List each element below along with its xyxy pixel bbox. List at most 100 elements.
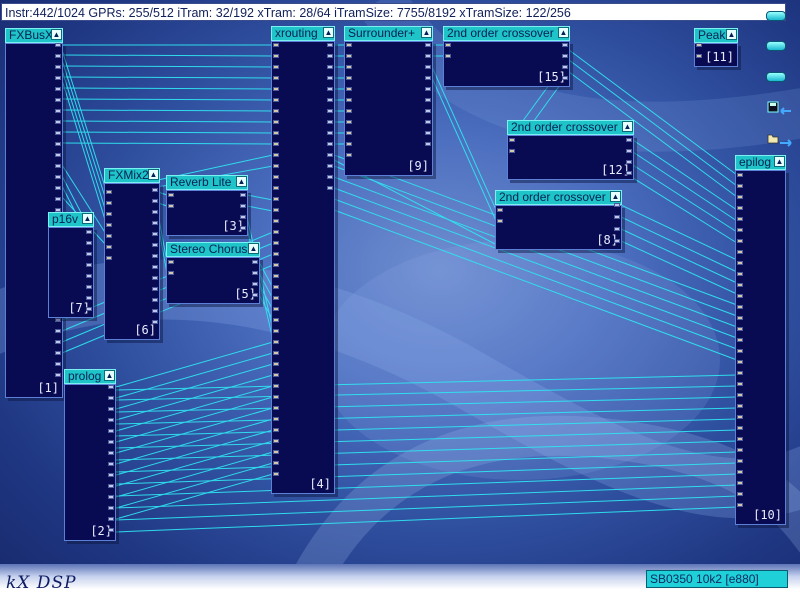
output-pin[interactable] (55, 318, 61, 322)
input-pin[interactable] (168, 260, 174, 264)
output-pin[interactable] (614, 203, 620, 207)
output-pin[interactable] (55, 164, 61, 168)
input-pin[interactable] (273, 318, 279, 322)
input-pin[interactable] (273, 54, 279, 58)
output-pin[interactable] (252, 260, 258, 264)
input-pin[interactable] (737, 228, 743, 232)
output-pin[interactable] (55, 186, 61, 190)
input-pin[interactable] (346, 65, 352, 69)
input-pin[interactable] (497, 208, 503, 212)
output-pin[interactable] (86, 285, 92, 289)
input-pin[interactable] (106, 212, 112, 216)
module-title[interactable]: Stereo Chorus (166, 242, 260, 257)
input-pin[interactable] (737, 470, 743, 474)
output-pin[interactable] (108, 517, 114, 521)
input-pin[interactable] (346, 153, 352, 157)
module-stereo-chorus[interactable]: Stereo Chorus ▲ [5] (166, 242, 260, 304)
input-pin[interactable] (273, 406, 279, 410)
input-pin[interactable] (346, 87, 352, 91)
collapse-icon[interactable]: ▲ (82, 213, 93, 224)
input-pin[interactable] (106, 245, 112, 249)
module-crossover-12[interactable]: 2nd order crossover ▲ [12] (507, 120, 634, 180)
output-pin[interactable] (152, 287, 158, 291)
output-pin[interactable] (425, 65, 431, 69)
output-pin[interactable] (562, 76, 568, 80)
input-pin[interactable] (737, 382, 743, 386)
output-pin[interactable] (327, 153, 333, 157)
output-pin[interactable] (152, 254, 158, 258)
output-pin[interactable] (425, 142, 431, 146)
output-pin[interactable] (152, 221, 158, 225)
input-pin[interactable] (737, 503, 743, 507)
input-pin[interactable] (737, 360, 743, 364)
input-pin[interactable] (273, 274, 279, 278)
output-pin[interactable] (55, 175, 61, 179)
input-pin[interactable] (273, 241, 279, 245)
output-pin[interactable] (252, 282, 258, 286)
output-pin[interactable] (327, 142, 333, 146)
input-pin[interactable] (346, 98, 352, 102)
collapse-icon[interactable]: ▲ (104, 370, 115, 381)
input-pin[interactable] (273, 197, 279, 201)
input-pin[interactable] (168, 204, 174, 208)
input-pin[interactable] (273, 329, 279, 333)
input-pin[interactable] (273, 208, 279, 212)
module-title[interactable]: Surrounder+ (344, 26, 433, 41)
input-pin[interactable] (273, 219, 279, 223)
input-pin[interactable] (737, 195, 743, 199)
output-pin[interactable] (562, 54, 568, 58)
input-pin[interactable] (273, 362, 279, 366)
output-pin[interactable] (327, 43, 333, 47)
output-pin[interactable] (86, 252, 92, 256)
output-pin[interactable] (55, 54, 61, 58)
input-pin[interactable] (273, 120, 279, 124)
module-epilog[interactable]: epilog ▲ [10] (735, 155, 786, 525)
output-pin[interactable] (425, 87, 431, 91)
module-surrounder[interactable]: Surrounder+ ▲ [9] (344, 26, 433, 176)
input-pin[interactable] (696, 54, 702, 58)
output-pin[interactable] (425, 76, 431, 80)
input-pin[interactable] (737, 393, 743, 397)
input-pin[interactable] (696, 43, 702, 47)
input-pin[interactable] (346, 54, 352, 58)
input-pin[interactable] (346, 142, 352, 146)
output-pin[interactable] (252, 271, 258, 275)
input-pin[interactable] (737, 448, 743, 452)
collapse-icon[interactable]: ▲ (610, 191, 621, 202)
output-pin[interactable] (55, 142, 61, 146)
output-pin[interactable] (86, 274, 92, 278)
module-xrouting[interactable]: xrouting ▲ [4] (271, 26, 335, 494)
input-pin[interactable] (273, 175, 279, 179)
output-pin[interactable] (240, 204, 246, 208)
input-pin[interactable] (273, 131, 279, 135)
output-pin[interactable] (55, 153, 61, 157)
input-pin[interactable] (273, 65, 279, 69)
output-pin[interactable] (327, 109, 333, 113)
output-pin[interactable] (152, 265, 158, 269)
output-pin[interactable] (152, 243, 158, 247)
input-pin[interactable] (737, 481, 743, 485)
output-pin[interactable] (626, 149, 632, 153)
output-pin[interactable] (152, 232, 158, 236)
output-pin[interactable] (55, 197, 61, 201)
output-pin[interactable] (152, 199, 158, 203)
input-pin[interactable] (106, 223, 112, 227)
collapse-icon[interactable]: ▲ (248, 243, 259, 254)
input-pin[interactable] (737, 338, 743, 342)
input-pin[interactable] (273, 43, 279, 47)
output-pin[interactable] (425, 109, 431, 113)
module-crossover-8[interactable]: 2nd order crossover ▲ [8] (495, 190, 622, 250)
output-pin[interactable] (614, 239, 620, 243)
input-pin[interactable] (346, 120, 352, 124)
input-pin[interactable] (273, 384, 279, 388)
input-pin[interactable] (346, 43, 352, 47)
output-pin[interactable] (55, 76, 61, 80)
input-pin[interactable] (445, 43, 451, 47)
output-pin[interactable] (108, 407, 114, 411)
input-pin[interactable] (273, 351, 279, 355)
input-pin[interactable] (273, 263, 279, 267)
output-pin[interactable] (55, 43, 61, 47)
input-pin[interactable] (273, 98, 279, 102)
input-pin[interactable] (273, 373, 279, 377)
output-pin[interactable] (55, 65, 61, 69)
